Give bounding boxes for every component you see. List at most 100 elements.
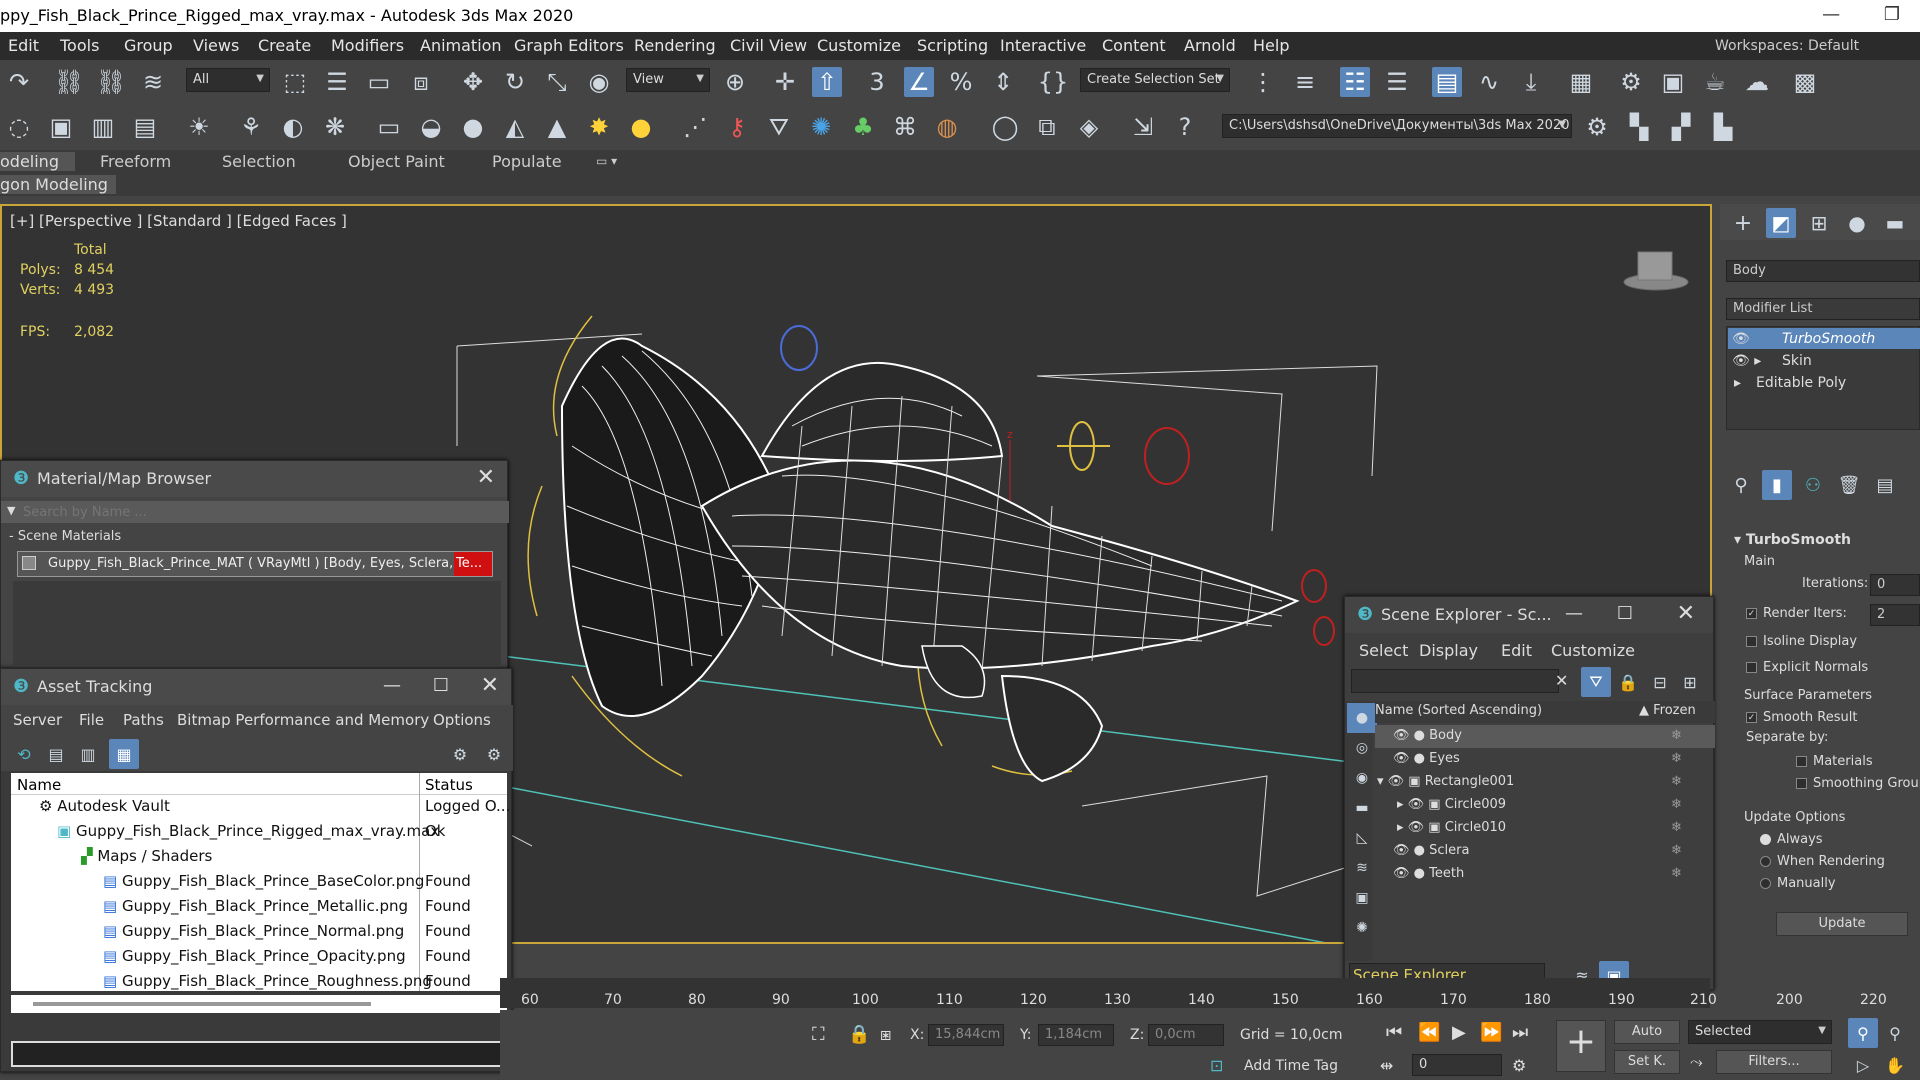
- tab-selection[interactable]: Selection: [222, 152, 296, 171]
- vray-sphere-icon[interactable]: ◒: [416, 112, 446, 142]
- vray-texture-icon[interactable]: ◍: [932, 112, 962, 142]
- table-row[interactable]: ▤ Guppy_Fish_Black_Prince_Opacity.png Fou…: [11, 947, 507, 972]
- menu-group[interactable]: Group: [124, 36, 173, 55]
- modifier-turbosmooth[interactable]: TurboSmooth: [1782, 331, 1875, 347]
- ribbon-options-icon[interactable]: ▭ ▾: [596, 154, 617, 168]
- schematic-view-icon[interactable]: ⤓: [1516, 67, 1546, 97]
- vray-clipper-icon[interactable]: ⚷: [722, 112, 752, 142]
- layers-icon[interactable]: ⊞: [1675, 667, 1705, 697]
- select-by-name-icon[interactable]: ☰: [322, 67, 352, 97]
- play-icon[interactable]: ▶: [1452, 1022, 1466, 1043]
- pivot-center-icon[interactable]: ⊕: [720, 67, 750, 97]
- settings-icon[interactable]: ⚙: [479, 739, 509, 769]
- table-row[interactable]: ▤ Guppy_Fish_Black_Prince_Metallic.png Fo…: [11, 897, 507, 922]
- vray-plane-icon[interactable]: ▭: [374, 112, 404, 142]
- menu-edit[interactable]: Edit: [8, 36, 39, 55]
- menu-customize[interactable]: Customize: [1551, 641, 1635, 660]
- menu-interactive[interactable]: Interactive: [1000, 36, 1086, 55]
- motion-tab-icon[interactable]: ●: [1842, 208, 1872, 238]
- minimize-icon[interactable]: —: [1565, 603, 1583, 624]
- bind-space-warp-icon[interactable]: ≋: [138, 67, 168, 97]
- link-icon[interactable]: ⛓: [54, 67, 84, 97]
- edit-named-selection-icon[interactable]: {}: [1038, 67, 1069, 97]
- time-tag-icon[interactable]: ⊡: [1210, 1056, 1223, 1075]
- tab-modeling[interactable]: odeling: [0, 152, 75, 171]
- scene-item-eyes[interactable]: 👁 ● Eyes: [1393, 751, 1460, 766]
- close-icon[interactable]: ✕: [477, 465, 495, 490]
- freeze-icon[interactable]: ❄: [1671, 843, 1682, 858]
- minimize-icon[interactable]: —: [383, 675, 401, 696]
- menu-rendering[interactable]: Rendering: [634, 36, 716, 55]
- freeze-icon[interactable]: ❄: [1671, 728, 1682, 743]
- render-cloud-icon[interactable]: ☁: [1742, 67, 1772, 97]
- vray-cone-icon[interactable]: ▲: [542, 112, 572, 142]
- menu-scripting[interactable]: Scripting: [917, 36, 988, 55]
- freeze-icon[interactable]: ❄: [1671, 797, 1682, 812]
- ribbon-toggle-icon[interactable]: ▤: [1432, 67, 1462, 97]
- isolate-icon[interactable]: ⛶: [812, 1024, 825, 1045]
- vray-hair-icon[interactable]: ⌘: [890, 112, 920, 142]
- freeze-icon[interactable]: ❄: [1671, 751, 1682, 766]
- make-unique-icon[interactable]: ⚇: [1798, 470, 1828, 500]
- update-button[interactable]: Update: [1776, 912, 1908, 936]
- freeze-icon[interactable]: ❄: [1671, 866, 1682, 881]
- scene-item-circle010[interactable]: ▸ 👁 ▣ Circle010: [1397, 820, 1506, 835]
- turbosmooth-rollout-title[interactable]: ▾ TurboSmooth: [1734, 532, 1851, 548]
- layer-explorer-icon[interactable]: ☰: [1382, 67, 1412, 97]
- vray-sun-light-icon[interactable]: ✸: [584, 112, 614, 142]
- modify-tab-icon[interactable]: ◩: [1766, 208, 1796, 238]
- pan-icon[interactable]: ✋: [1880, 1050, 1910, 1080]
- modifier-skin[interactable]: Skin: [1782, 353, 1812, 369]
- go-to-start-icon[interactable]: ⏮: [1386, 1022, 1402, 1043]
- menu-views[interactable]: Views: [193, 36, 239, 55]
- tab-populate[interactable]: Populate: [492, 152, 562, 171]
- menu-animation[interactable]: Animation: [420, 36, 502, 55]
- project-folder-icon[interactable]: ⚙: [1582, 112, 1612, 142]
- vray-decal-icon[interactable]: ⋰: [680, 112, 710, 142]
- show-end-result-icon[interactable]: ▮: [1762, 470, 1792, 500]
- rotate-icon[interactable]: ↻: [500, 67, 530, 97]
- rect-selection-icon[interactable]: ▭: [364, 67, 394, 97]
- menu-paths[interactable]: Paths: [123, 711, 164, 729]
- vray-export-icon[interactable]: ⇲: [1128, 112, 1158, 142]
- menu-help[interactable]: Help: [1253, 36, 1289, 55]
- menu-display[interactable]: Display: [1419, 641, 1478, 660]
- key-filters-button[interactable]: Filters...: [1716, 1050, 1832, 1074]
- vray-sun-icon[interactable]: ⚘: [236, 112, 266, 142]
- set-key-button[interactable]: Set K.: [1614, 1050, 1680, 1074]
- menu-tools[interactable]: Tools: [60, 36, 99, 55]
- lock-icon[interactable]: 🔒: [1613, 667, 1643, 697]
- remove-modifier-icon[interactable]: 🗑: [1834, 470, 1864, 500]
- bones-filter-icon[interactable]: ✺: [1347, 913, 1377, 943]
- manually-radio[interactable]: Manually: [1760, 876, 1836, 891]
- x-coordinate-field[interactable]: 15,844cm: [928, 1024, 1004, 1046]
- next-frame-icon[interactable]: ⏩: [1480, 1022, 1502, 1043]
- table-row[interactable]: ▣ Guppy_Fish_Black_Prince_Rigged_max_vra…: [11, 822, 507, 847]
- menu-modifiers[interactable]: Modifiers: [331, 36, 404, 55]
- cameras-filter-icon[interactable]: ▬: [1347, 793, 1377, 823]
- vray-frame-buffer-icon[interactable]: ▣: [46, 112, 76, 142]
- key-mode-icon[interactable]: ⇹: [1380, 1056, 1393, 1075]
- vray-ball-icon[interactable]: ●: [458, 112, 488, 142]
- menu-content[interactable]: Content: [1102, 36, 1166, 55]
- spacewarps-filter-icon[interactable]: ≋: [1347, 853, 1377, 883]
- rendered-frame-icon[interactable]: ▣: [1658, 67, 1688, 97]
- freeze-icon[interactable]: ❄: [1671, 774, 1682, 789]
- window-crossing-icon[interactable]: ⧈: [406, 67, 436, 97]
- menu-select[interactable]: Select: [1359, 641, 1408, 660]
- explicit-normals-checkbox[interactable]: Explicit Normals: [1746, 660, 1868, 675]
- render-iters-checkbox[interactable]: ✓ Render Iters:: [1746, 606, 1847, 621]
- object-name-field[interactable]: Body: [1726, 260, 1920, 282]
- select-manipulate-icon[interactable]: ✛: [770, 67, 800, 97]
- vray-dome-icon[interactable]: ◐: [278, 112, 308, 142]
- search-menu-icon[interactable]: ▼: [7, 504, 15, 517]
- list-view-icon[interactable]: ▤: [41, 739, 71, 769]
- vray-sky-icon[interactable]: ●: [626, 112, 656, 142]
- scale-icon[interactable]: ⤡: [542, 67, 572, 97]
- zoom-all-icon[interactable]: ⚲: [1880, 1018, 1910, 1048]
- menu-options[interactable]: Options: [433, 711, 491, 729]
- y-coordinate-field[interactable]: 1,184cm: [1038, 1024, 1114, 1046]
- refresh-icon[interactable]: ⟲: [9, 739, 39, 769]
- polygon-modeling-label[interactable]: gon Modeling: [0, 175, 116, 194]
- add-time-tag[interactable]: Add Time Tag: [1244, 1058, 1338, 1074]
